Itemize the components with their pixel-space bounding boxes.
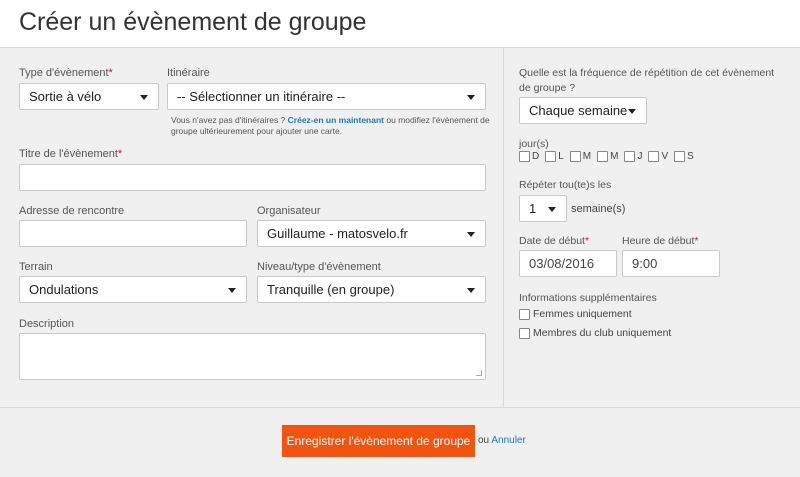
event-type-value: Sortie à vélo — [29, 89, 102, 104]
level-value: Tranquille (en groupe) — [267, 282, 395, 297]
page-title: Créer un évènement de groupe — [19, 8, 367, 36]
checkbox-icon[interactable] — [545, 151, 557, 162]
repeat-unit-label: semaine(s) — [571, 203, 626, 215]
event-type-select[interactable]: Sortie à vélo — [19, 83, 159, 110]
terrain-label: Terrain — [19, 261, 53, 273]
day-checkbox-sunday[interactable]: D — [519, 151, 539, 162]
checkbox-icon[interactable] — [674, 151, 686, 162]
cancel-link[interactable]: Annuler — [491, 435, 525, 446]
caret-down-icon — [467, 94, 475, 100]
caret-down-icon — [628, 108, 636, 114]
caret-down-icon — [228, 287, 236, 293]
terrain-select[interactable]: Ondulations — [19, 276, 247, 303]
level-select[interactable]: Tranquille (en groupe) — [257, 276, 486, 303]
women-only-checkbox[interactable]: Femmes uniquement — [519, 308, 632, 320]
itinerary-value: -- Sélectionner un itinéraire -- — [177, 89, 346, 104]
checkbox-icon[interactable] — [519, 327, 530, 339]
terrain-value: Ondulations — [29, 282, 99, 297]
repeat-interval-value: 1 — [529, 201, 537, 216]
column-divider — [503, 48, 504, 408]
footer-divider — [0, 407, 800, 408]
description-textarea[interactable] — [19, 333, 486, 380]
start-time-label: Heure de début* — [622, 235, 699, 247]
organizer-value: Guillaume - matosvelo.fr — [267, 226, 408, 241]
start-time-input[interactable]: 9:00 — [622, 250, 720, 277]
repeat-interval-select[interactable]: 1 — [519, 195, 567, 222]
extra-info-label: Informations supplémentaires — [519, 292, 657, 304]
level-label: Niveau/type d'évènement — [257, 261, 381, 273]
club-members-only-checkbox[interactable]: Membres du club uniquement — [519, 327, 671, 339]
itinerary-select[interactable]: -- Sélectionner un itinéraire -- — [167, 83, 486, 110]
caret-down-icon — [140, 94, 148, 100]
days-checkboxes: D L M M J V S — [519, 151, 694, 162]
repeat-label: Répéter tou(te)s les — [519, 179, 612, 191]
itinerary-help: Vous n'avez pas d'itinéraires ? Créez-en… — [171, 115, 490, 136]
footer-actions: ou Annuler — [478, 435, 526, 446]
frequency-select[interactable]: Chaque semaine — [519, 97, 647, 124]
meeting-address-label: Adresse de rencontre — [19, 205, 125, 217]
checkbox-icon[interactable] — [597, 151, 609, 162]
event-title-input[interactable] — [19, 164, 486, 191]
day-checkbox-saturday[interactable]: S — [674, 151, 694, 162]
days-label: jour(s) — [519, 138, 549, 150]
organizer-select[interactable]: Guillaume - matosvelo.fr — [257, 220, 486, 247]
caret-down-icon — [467, 231, 475, 237]
day-checkbox-tuesday[interactable]: M — [569, 151, 591, 162]
meeting-address-input[interactable] — [19, 220, 247, 247]
event-title-label: Titre de l'évènement* — [19, 148, 123, 160]
checkbox-icon[interactable] — [519, 308, 530, 320]
start-date-input[interactable]: 03/08/2016 — [519, 250, 617, 277]
organizer-label: Organisateur — [257, 205, 321, 217]
day-checkbox-thursday[interactable]: J — [624, 151, 642, 162]
create-itinerary-link[interactable]: Créez-en un maintenant — [288, 115, 384, 125]
start-date-label: Date de début* — [519, 235, 590, 247]
caret-down-icon — [467, 287, 475, 293]
day-checkbox-friday[interactable]: V — [648, 151, 668, 162]
resize-grip-icon[interactable] — [476, 370, 482, 376]
page-header: Créer un évènement de groupe — [0, 0, 800, 48]
day-checkbox-monday[interactable]: L — [545, 151, 564, 162]
frequency-label: Quelle est la fréquence de répétition de… — [519, 67, 775, 94]
checkbox-icon[interactable] — [624, 151, 636, 162]
frequency-value: Chaque semaine — [529, 103, 628, 118]
caret-down-icon — [548, 206, 556, 212]
itinerary-label: Itinéraire — [167, 67, 210, 79]
save-event-button[interactable]: Enregistrer l'évènement de groupe — [282, 425, 475, 457]
event-type-label: Type d'évènement* — [19, 67, 113, 79]
day-checkbox-wednesday[interactable]: M — [597, 151, 618, 162]
checkbox-icon[interactable] — [648, 151, 660, 162]
description-label: Description — [19, 318, 75, 330]
checkbox-icon[interactable] — [569, 151, 581, 162]
checkbox-icon[interactable] — [519, 151, 530, 162]
